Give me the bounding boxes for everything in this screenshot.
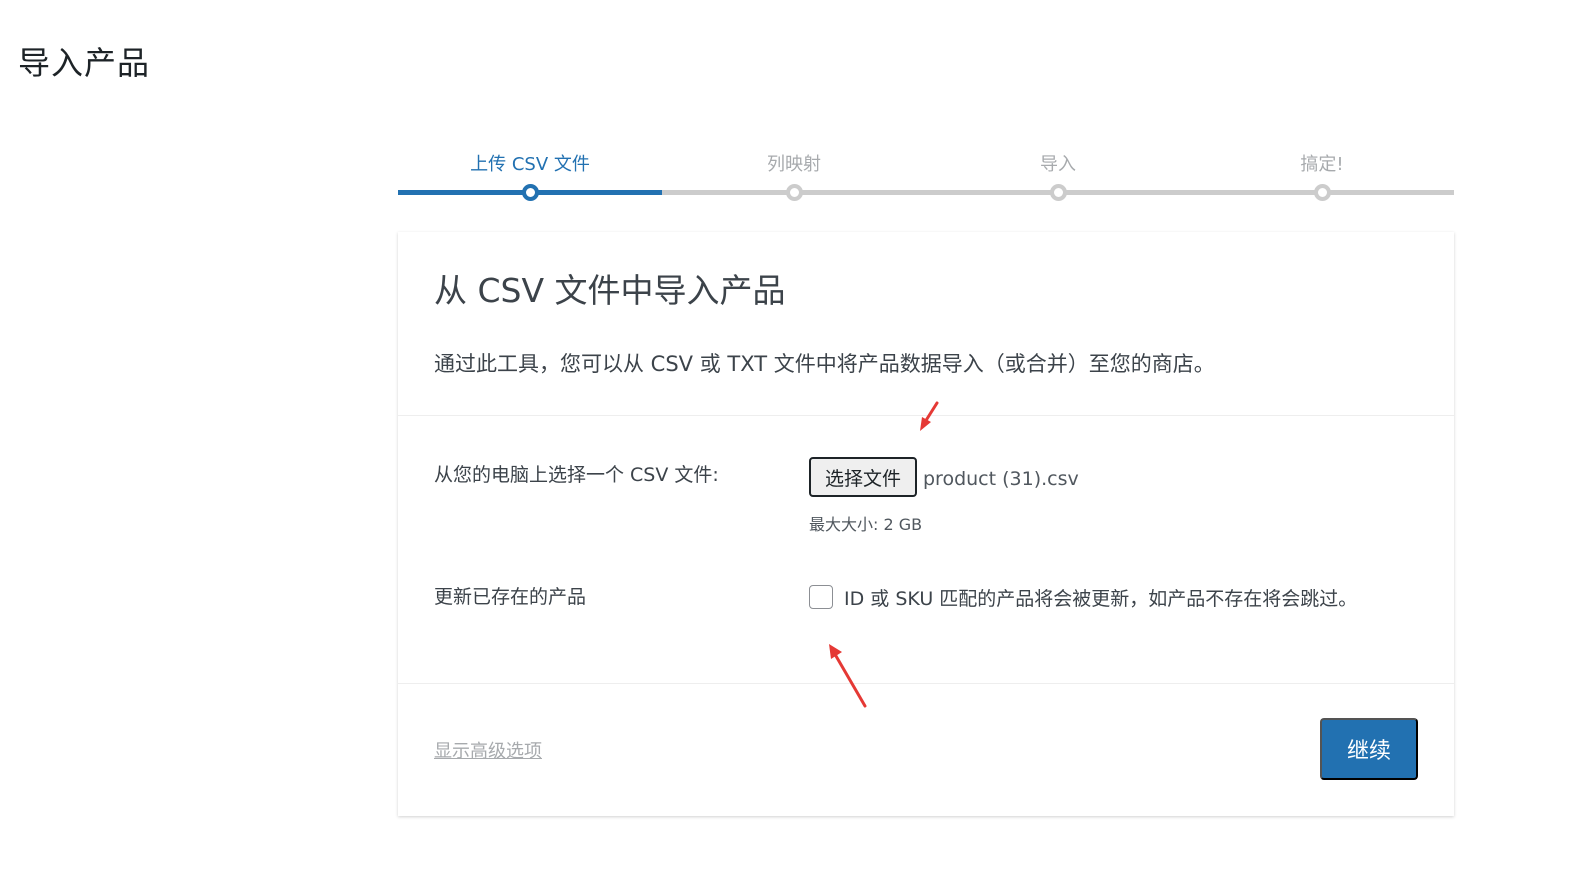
update-existing-checkbox-label[interactable]: ID 或 SKU 匹配的产品将会被更新，如产品不存在将会跳过。	[844, 584, 1357, 611]
selected-file-name: product (31).csv	[923, 468, 1079, 490]
update-existing-checkbox[interactable]	[809, 585, 833, 609]
card-footer-divider	[398, 683, 1454, 684]
max-size-note: 最大大小: 2 GB	[809, 515, 923, 534]
card-header: 从 CSV 文件中导入产品 通过此工具，您可以从 CSV 或 TXT 文件中将产…	[398, 232, 1454, 416]
file-select-label: 从您的电脑上选择一个 CSV 文件:	[434, 464, 719, 486]
page-title: 导入产品	[18, 44, 151, 82]
card-title: 从 CSV 文件中导入产品	[434, 271, 786, 310]
step-import: 导入	[1040, 154, 1076, 175]
step-upload-csv: 上传 CSV 文件	[470, 154, 590, 175]
show-advanced-options-link[interactable]: 显示高级选项	[434, 737, 542, 763]
step-dot-upload	[522, 184, 539, 201]
choose-file-button[interactable]: 选择文件	[809, 457, 917, 497]
update-existing-label: 更新已存在的产品	[434, 586, 587, 608]
step-dot-done	[1314, 184, 1331, 201]
import-steps: 上传 CSV 文件 列映射 导入 搞定!	[398, 145, 1454, 205]
step-dot-import	[1050, 184, 1067, 201]
card-description: 通过此工具，您可以从 CSV 或 TXT 文件中将产品数据导入（或合并）至您的商…	[434, 352, 1215, 376]
step-dot-mapping	[786, 184, 803, 201]
step-done: 搞定!	[1300, 154, 1344, 175]
step-column-mapping: 列映射	[767, 154, 821, 175]
continue-button[interactable]: 继续	[1320, 718, 1418, 780]
import-card: 从 CSV 文件中导入产品 通过此工具，您可以从 CSV 或 TXT 文件中将产…	[398, 232, 1454, 816]
